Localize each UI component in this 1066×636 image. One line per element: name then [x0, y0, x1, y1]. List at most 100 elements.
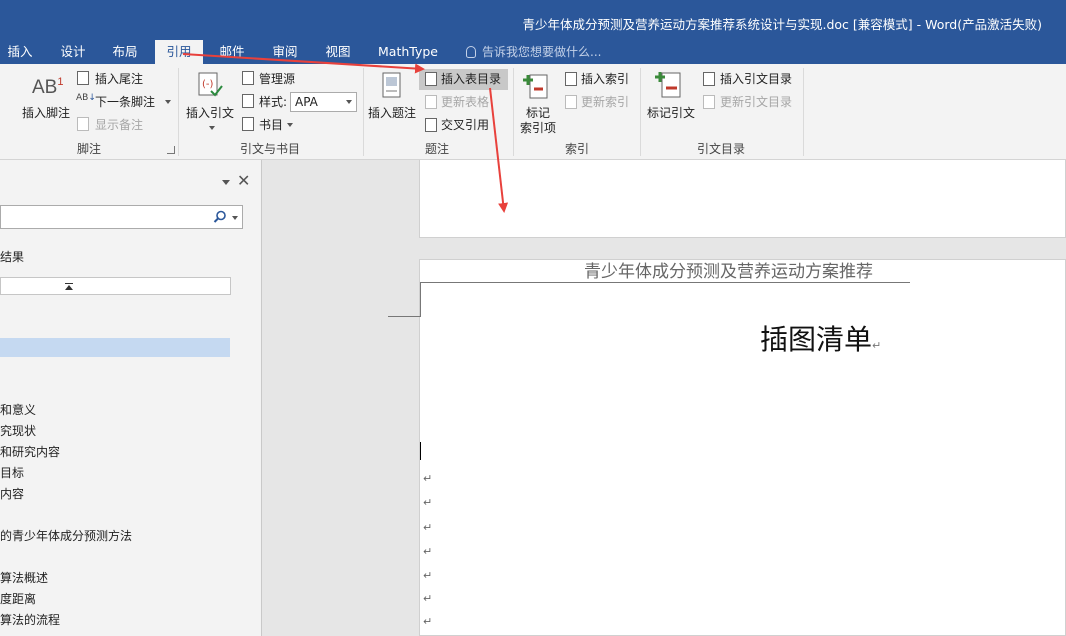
group-divider	[363, 68, 364, 156]
insert-citation-icon: (-)	[197, 71, 223, 99]
cross-reference-icon	[425, 118, 437, 132]
bibliography-button[interactable]: 书目	[259, 116, 283, 134]
insert-endnote-button[interactable]: 插入尾注	[95, 70, 143, 88]
mark-citation-icon	[654, 70, 686, 100]
show-notes-button[interactable]: 显示备注	[95, 116, 143, 134]
lightbulb-icon	[466, 46, 476, 58]
captions-group-label: 题注	[425, 142, 450, 156]
current-page[interactable]	[419, 259, 1066, 636]
close-icon[interactable]: ✕	[237, 173, 250, 189]
update-table-icon	[425, 95, 437, 109]
insert-endnote-icon	[77, 71, 89, 85]
insert-index-icon	[565, 72, 577, 86]
mark-citation-button[interactable]: 标记引文	[647, 104, 695, 122]
next-footnote-icon: AB↓	[76, 93, 96, 103]
footnote-group-label: 脚注	[77, 142, 102, 156]
insert-caption-button[interactable]: 插入题注	[368, 104, 416, 122]
manage-sources-button[interactable]: 管理源	[259, 70, 295, 88]
manage-sources-icon	[242, 71, 254, 85]
tab-layout[interactable]: 布局	[104, 40, 146, 64]
bibliography-icon	[242, 117, 254, 131]
mark-entry-label-2[interactable]: 索引项	[520, 119, 556, 137]
update-table-button[interactable]: 更新表格	[441, 93, 489, 111]
previous-page[interactable]	[419, 160, 1066, 238]
paragraph-mark: ↵	[423, 569, 433, 582]
nav-heading-item[interactable]: 的青少年体成分预测方法	[0, 527, 132, 544]
tab-references[interactable]: 引用	[155, 40, 203, 64]
paragraph-mark: ↵	[423, 615, 433, 628]
cross-reference-button[interactable]: 交叉引用	[441, 116, 489, 134]
title-bar: 青少年体成分预测及营养运动方案推荐系统设计与实现.doc [兼容模式] - Wo…	[0, 0, 1066, 40]
nav-heading-item[interactable]: 算法概述	[0, 569, 48, 586]
style-value: APA	[295, 95, 318, 109]
collapse-bar[interactable]	[0, 277, 231, 295]
document-area[interactable]: 青少年体成分预测及营养运动方案推荐 插图清单↵ ↵ ↵ ↵ ↵ ↵ ↵ ↵	[263, 160, 1066, 636]
update-authorities-icon	[703, 95, 715, 109]
next-footnote-button[interactable]: 下一条脚注	[95, 93, 155, 111]
page-header-text: 青少年体成分预测及营养运动方案推荐	[584, 262, 873, 282]
window-title: 青少年体成分预测及营养运动方案推荐系统设计与实现.doc [兼容模式] - Wo…	[522, 17, 1043, 32]
index-group-label: 索引	[565, 142, 590, 156]
group-divider	[513, 68, 514, 156]
header-rule	[421, 282, 910, 283]
nav-heading-item[interactable]: 和研究内容	[0, 443, 60, 460]
margin-corner-mark	[420, 282, 421, 317]
results-label: 结果	[0, 250, 25, 264]
navigation-pane: ✕ 结果 和意义 究现状 和研究内容 目标 内容 的青少年体成分预测方法 算法概…	[0, 160, 262, 636]
paragraph-mark: ↵	[423, 521, 433, 534]
citations-group-label: 引文与书目	[240, 142, 301, 156]
document-heading[interactable]: 插图清单↵	[760, 318, 881, 358]
paragraph-mark: ↵	[872, 339, 882, 352]
tab-review[interactable]: 审阅	[264, 40, 306, 64]
authorities-group-label: 引文目录	[697, 142, 746, 156]
tab-design[interactable]: 设计	[52, 40, 94, 64]
insert-table-of-figures-button[interactable]: 插入表目录	[441, 70, 501, 88]
style-select[interactable]: APA	[290, 92, 357, 112]
update-index-icon	[565, 95, 577, 109]
tab-mailings[interactable]: 邮件	[210, 40, 254, 64]
nav-heading-item[interactable]: 度距离	[0, 590, 36, 607]
tab-mathtype[interactable]: MathType	[372, 40, 444, 64]
text-cursor	[420, 442, 421, 460]
chevron-down-icon	[209, 126, 215, 130]
group-divider	[803, 68, 804, 156]
search-input[interactable]	[0, 205, 243, 229]
chevron-down-icon	[346, 100, 352, 104]
insert-authorities-icon	[703, 72, 715, 86]
ribbon-tabs: 插入 设计 布局 引用 邮件 审阅 视图 MathType 告诉我您想要做什么.…	[0, 40, 1066, 64]
insert-table-of-authorities-button[interactable]: 插入引文目录	[720, 70, 792, 88]
insert-footnote-button[interactable]: 插入脚注	[22, 104, 70, 122]
nav-heading-item[interactable]: 内容	[0, 485, 24, 502]
nav-heading-item[interactable]: 算法的流程	[0, 611, 60, 628]
chevron-down-icon	[165, 100, 171, 104]
selected-heading[interactable]	[0, 338, 230, 357]
tell-me-text: 告诉我您想要做什么...	[482, 45, 602, 59]
svg-text:(-): (-)	[202, 79, 214, 90]
tell-me-box[interactable]: 告诉我您想要做什么...	[466, 40, 601, 64]
collapse-up-icon	[65, 283, 73, 290]
insert-index-button[interactable]: 插入索引	[581, 70, 629, 88]
paragraph-mark: ↵	[423, 472, 433, 485]
tab-view[interactable]: 视图	[316, 40, 360, 64]
nav-heading-item[interactable]: 究现状	[0, 422, 36, 439]
insert-citation-button[interactable]: 插入引文	[186, 104, 234, 122]
show-notes-icon	[77, 117, 89, 131]
tab-insert[interactable]: 插入	[0, 40, 40, 64]
nav-heading-item[interactable]: 和意义	[0, 401, 36, 418]
style-label: 样式:	[259, 95, 288, 109]
pane-options-chevron-icon[interactable]	[222, 180, 230, 185]
dialog-launcher-icon[interactable]	[167, 146, 175, 154]
nav-heading-item[interactable]: 目标	[0, 464, 24, 481]
group-divider	[178, 68, 179, 156]
search-icon[interactable]	[213, 210, 227, 224]
heading-text: 插图清单	[760, 323, 873, 356]
chevron-down-icon[interactable]	[232, 216, 238, 220]
style-icon	[242, 94, 254, 108]
update-authorities-button[interactable]: 更新引文目录	[720, 93, 792, 111]
group-divider	[640, 68, 641, 156]
ribbon: AB1 插入脚注 插入尾注 AB↓ 下一条脚注 显示备注 脚注 (-) 插入引文…	[0, 64, 1066, 160]
mark-entry-icon	[522, 72, 550, 100]
update-index-button[interactable]: 更新索引	[581, 93, 629, 111]
insert-caption-icon	[381, 72, 403, 100]
insert-footnote-icon: AB1	[32, 76, 64, 98]
